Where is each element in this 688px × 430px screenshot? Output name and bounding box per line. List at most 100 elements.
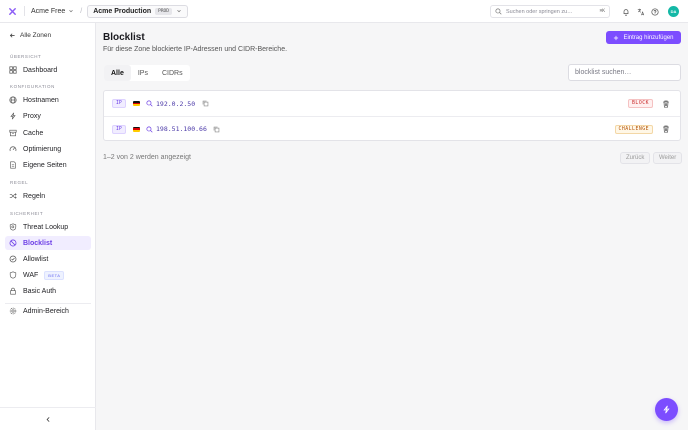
shield-icon [9,271,17,279]
back-to-zones-link[interactable]: Alle Zonen [9,32,51,39]
sidebar-item-label: Dashboard [23,66,58,74]
entry-type-badge: IP [112,99,126,108]
add-entry-label: Eintrag hinzufügen [623,34,674,41]
sidebar-item-label: Threat Lookup [23,223,69,231]
chevron-left-icon [46,416,49,422]
page-subtitle: Für diese Zone blockierte IP-Adressen un… [103,46,288,53]
sidebar-item-optimization[interactable]: Optimierung [5,142,91,156]
search-icon [495,8,502,15]
sidebar-item-admin[interactable]: Admin-Bereich [5,304,91,318]
sidebar-item-label: Cache [23,129,44,137]
page-title: Blocklist [103,32,145,43]
lock-icon [10,287,16,295]
lookup-icon[interactable] [146,100,153,107]
account-switcher[interactable]: Acme Free [31,8,74,15]
sidebar-item-blocklist[interactable]: Blocklist [5,236,91,250]
next-page-button[interactable]: Weiter [653,152,683,164]
global-search[interactable]: Suchen oder springen zu… ⌘K [490,5,610,18]
lightning-icon [10,112,16,120]
sidebar-item-allowlist[interactable]: Allowlist [5,252,91,266]
beta-badge: BETA [44,270,65,280]
germany-flag-icon [133,101,140,106]
sidebar-item-basic-auth[interactable]: Basic Auth [5,284,91,298]
help-icon[interactable] [650,7,659,16]
section-configuration: KONFIGURATION [10,84,55,89]
logo-icon[interactable] [6,5,18,17]
sidebar-item-label: Eigene Seiten [23,161,67,169]
lightning-icon [663,405,670,414]
blocklist-search-input[interactable]: blocklist suchen… [568,64,681,81]
blocklist-table: IP 192.0.2.50 BLOCK IP 198.51.100.66 CHA… [103,90,681,141]
top-bar: Acme Free / Acme Production PROD Suchen … [0,0,688,23]
tab-cidrs[interactable]: CIDRs [155,65,190,81]
sidebar-item-label: WAF [23,271,39,279]
tab-ips[interactable]: IPs [131,65,155,81]
table-row: IP 198.51.100.66 CHALLENGE [104,116,680,141]
sidebar-item-label: Optimierung [23,145,62,153]
lookup-icon[interactable] [146,125,153,133]
sidebar-item-proxy[interactable]: Proxy [5,109,91,123]
sidebar-item-label: Admin-Bereich [23,307,69,315]
file-icon [10,161,16,169]
sidebar-item-label: Basic Auth [23,287,57,295]
ip-address[interactable]: 198.51.100.66 [156,125,207,133]
trash-icon[interactable] [662,125,670,133]
filter-tabs: Alle IPs CIDRs [104,65,190,81]
assistant-fab[interactable] [655,398,678,421]
shuffle-icon [9,193,17,199]
table-row: IP 192.0.2.50 BLOCK [104,91,680,116]
arrow-left-icon [9,33,15,38]
trash-icon[interactable] [662,100,670,108]
search-shortcut: ⌘K [599,9,605,14]
prev-page-button[interactable]: Zurück [620,152,651,164]
sidebar-item-label: Regeln [23,192,46,200]
chevron-down-icon [69,9,73,13]
sidebar-item-label: Hostnamen [23,96,59,104]
shield-search-icon [9,223,17,231]
pagination-summary: 1–2 von 2 werden angezeigt [103,154,191,161]
grid-icon [9,66,17,74]
sidebar-item-dashboard[interactable]: Dashboard [5,63,91,77]
sidebar-item-label: Proxy [23,112,41,120]
breadcrumb-separator: / [80,7,83,15]
back-label: Alle Zonen [20,32,52,39]
user-avatar[interactable]: DA [668,6,679,17]
zone-name: Acme Production [93,7,152,15]
divider [24,6,25,16]
zone-switcher[interactable]: Acme Production PROD [87,4,188,18]
germany-flag-icon [133,126,140,132]
section-rules: REGEL [10,180,29,185]
section-security: SICHERHEIT [10,211,44,216]
sidebar-item-rules[interactable]: Regeln [5,189,91,203]
sidebar-item-label: Allowlist [23,255,49,263]
bell-icon[interactable] [621,7,630,16]
sidebar-item-custom-pages[interactable]: Eigene Seiten [5,158,91,172]
add-entry-button[interactable]: Eintrag hinzufügen [606,31,681,44]
translate-icon[interactable] [636,7,645,16]
entry-type-badge: IP [112,124,126,134]
action-badge: BLOCK [628,99,653,108]
ip-address[interactable]: 192.0.2.50 [156,100,195,108]
section-overview: ÜBERSICHT [10,54,42,59]
sidebar-item-hostnames[interactable]: Hostnamen [5,93,91,107]
check-circle-icon [9,255,17,263]
copy-icon[interactable] [213,126,220,133]
sidebar-item-cache[interactable]: Cache [5,126,91,140]
settings-icon [9,307,17,315]
sidebar-item-threat-lookup[interactable]: Threat Lookup [5,220,91,234]
tab-all[interactable]: Alle [104,65,131,81]
ban-icon [9,239,17,247]
environment-badge: PROD [155,7,172,15]
gauge-icon [9,146,17,152]
plus-icon [614,35,619,40]
collapse-sidebar-button[interactable] [0,407,96,430]
search-placeholder: Suchen oder springen zu… [506,8,573,15]
sidebar-item-label: Blocklist [23,239,53,247]
sidebar-item-waf[interactable]: WAF BETA [5,268,91,282]
copy-icon[interactable] [202,100,209,107]
archive-icon [9,129,17,137]
action-badge: CHALLENGE [614,124,653,134]
main-content: Blocklist Für diese Zone blockierte IP-A… [96,23,688,430]
account-name: Acme Free [31,7,66,15]
sidebar: Alle Zonen ÜBERSICHT Dashboard KONFIGURA… [0,23,96,430]
